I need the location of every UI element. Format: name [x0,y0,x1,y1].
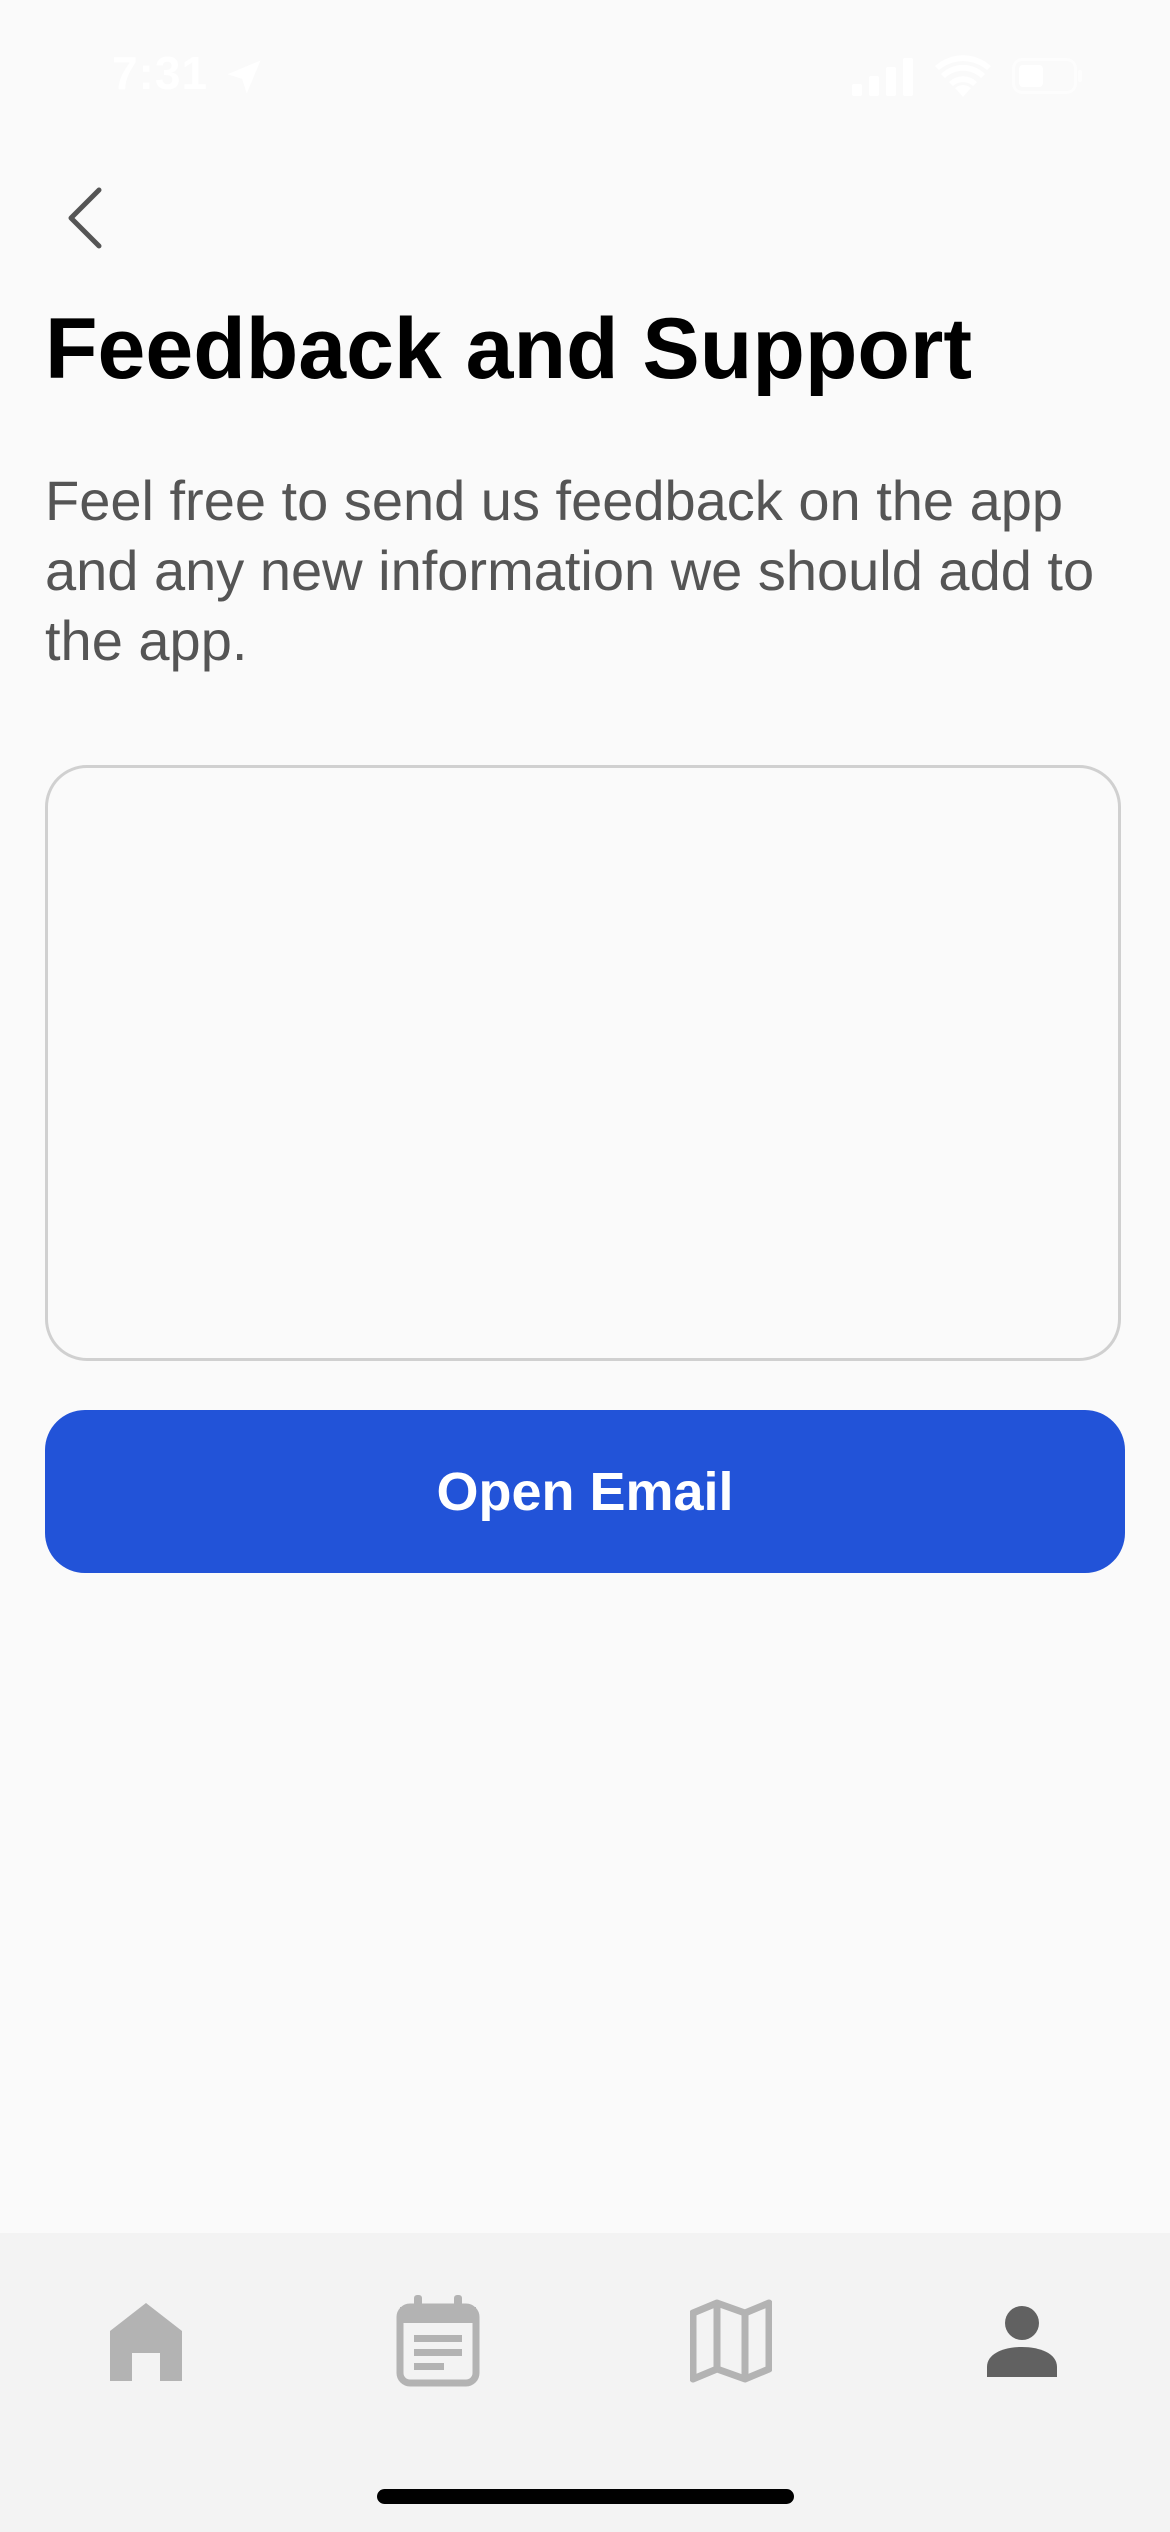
wifi-icon [935,55,991,102]
tab-home[interactable] [86,2283,206,2403]
open-email-button[interactable]: Open Email [45,1410,1125,1573]
chevron-left-icon [63,186,107,255]
tab-calendar[interactable] [378,2283,498,2403]
tab-bar [0,2233,1170,2532]
profile-icon [985,2305,1059,2382]
map-icon [689,2299,773,2388]
home-indicator [377,2489,794,2504]
status-bar: 7:31 [0,0,1170,150]
tab-profile[interactable] [962,2283,1082,2403]
feedback-input[interactable] [45,765,1121,1361]
back-button[interactable] [50,180,120,260]
cellular-signal-icon [852,58,916,101]
page-description: Feel free to send us feedback on the app… [45,469,1095,672]
home-icon [108,2301,184,2386]
open-email-label: Open Email [436,1461,734,1522]
tab-map[interactable] [671,2283,791,2403]
status-time: 7:31 [112,47,209,99]
battery-icon [1012,58,1084,99]
location-arrow-icon [222,55,266,104]
page-title: Feedback and Support [45,301,973,397]
calendar-icon [396,2294,480,2392]
